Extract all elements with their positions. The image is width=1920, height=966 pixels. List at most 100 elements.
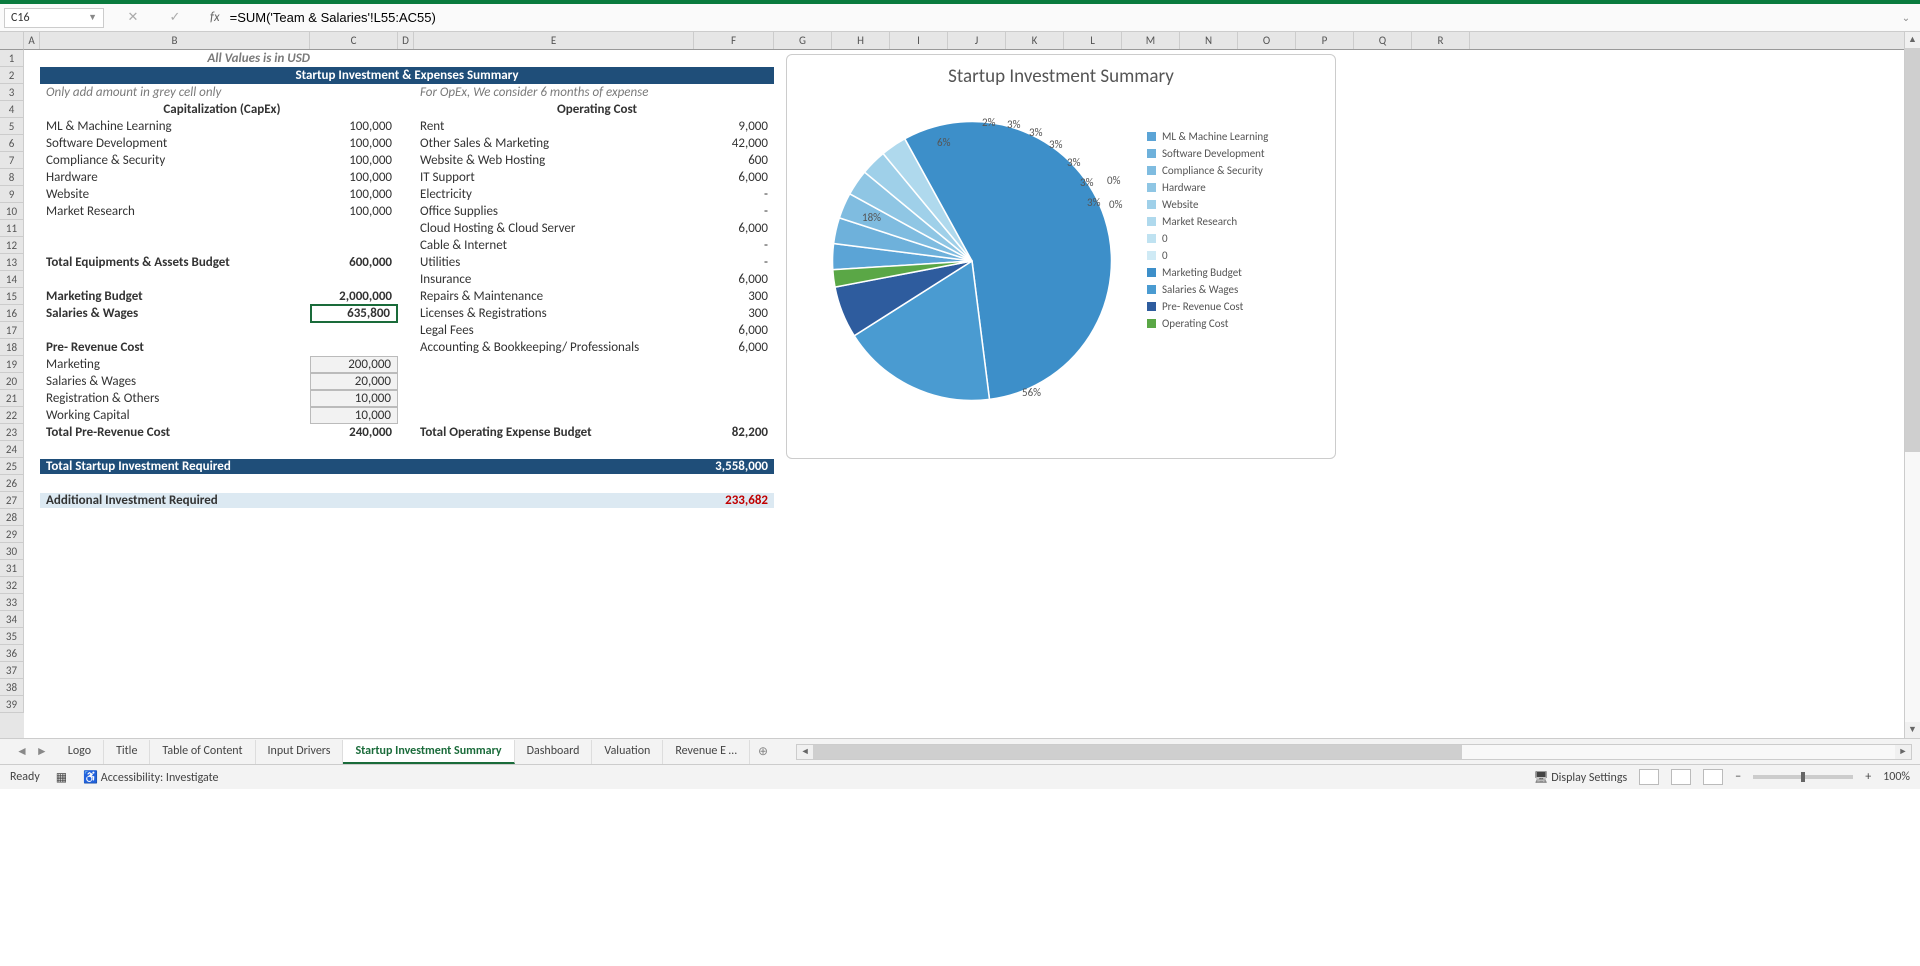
add-sheet-icon[interactable]: ⊕ [750, 744, 776, 759]
row-header[interactable]: 10 [0, 203, 24, 220]
name-box[interactable]: C16 ▼ [4, 8, 104, 28]
row-header[interactable]: 5 [0, 118, 24, 135]
row-header[interactable]: 11 [0, 220, 24, 237]
col-header[interactable]: E [414, 32, 694, 49]
row-header[interactable]: 38 [0, 679, 24, 696]
col-header[interactable]: M [1122, 32, 1180, 49]
sheet-tab[interactable]: Table of Content [150, 740, 255, 764]
row-header[interactable]: 7 [0, 152, 24, 169]
col-header[interactable]: A [24, 32, 40, 49]
row-header[interactable]: 39 [0, 696, 24, 713]
formula-expand-icon[interactable]: ⌄ [1896, 11, 1916, 24]
row-header[interactable]: 34 [0, 611, 24, 628]
sheet-tab[interactable]: Valuation [592, 740, 663, 764]
row-header[interactable]: 24 [0, 441, 24, 458]
col-header[interactable]: O [1238, 32, 1296, 49]
col-header[interactable]: J [948, 32, 1006, 49]
col-header[interactable]: Q [1354, 32, 1412, 49]
page-break-button[interactable] [1703, 769, 1723, 785]
scroll-left-icon[interactable]: ◄ [797, 746, 813, 757]
col-header[interactable]: I [890, 32, 948, 49]
scroll-down-icon[interactable]: ▼ [1905, 722, 1920, 738]
row-header[interactable]: 27 [0, 492, 24, 509]
accessibility-status[interactable]: ♿ Accessibility: Investigate [83, 770, 218, 785]
cancel-icon[interactable]: ✕ [128, 10, 139, 25]
confirm-icon[interactable]: ✓ [170, 10, 181, 25]
col-header[interactable]: F [694, 32, 774, 49]
sheet-tab[interactable]: Input Drivers [256, 740, 344, 764]
zoom-level[interactable]: 100% [1883, 770, 1910, 784]
sheet-tab[interactable]: Logo [56, 740, 104, 764]
row-header[interactable]: 22 [0, 407, 24, 424]
row-header[interactable]: 26 [0, 475, 24, 492]
row-header[interactable]: 31 [0, 560, 24, 577]
scroll-right-icon[interactable]: ► [1895, 746, 1911, 757]
col-header[interactable]: P [1296, 32, 1354, 49]
row-header[interactable]: 32 [0, 577, 24, 594]
salaries-value-selected[interactable]: 635,800 [310, 304, 398, 323]
tab-next-icon[interactable]: ► [36, 744, 48, 759]
select-all-corner[interactable] [0, 32, 24, 50]
row-header[interactable]: 13 [0, 254, 24, 271]
row-header[interactable]: 33 [0, 594, 24, 611]
row-header[interactable]: 29 [0, 526, 24, 543]
tab-nav-arrows[interactable]: ◄ ► [8, 744, 56, 759]
row-header[interactable]: 1 [0, 50, 24, 67]
row-header[interactable]: 9 [0, 186, 24, 203]
row-header[interactable]: 36 [0, 645, 24, 662]
row-header[interactable]: 20 [0, 373, 24, 390]
row-header[interactable]: 12 [0, 237, 24, 254]
zoom-out-button[interactable]: − [1735, 770, 1741, 784]
row-header[interactable]: 37 [0, 662, 24, 679]
row-header[interactable]: 23 [0, 424, 24, 441]
col-header[interactable]: L [1064, 32, 1122, 49]
col-header[interactable]: B [40, 32, 310, 49]
row-header[interactable]: 4 [0, 101, 24, 118]
scroll-thumb-h[interactable] [813, 745, 1462, 759]
row-header[interactable]: 6 [0, 135, 24, 152]
prerev-value[interactable]: 20,000 [310, 373, 398, 390]
row-header[interactable]: 16 [0, 305, 24, 322]
prerev-value[interactable]: 10,000 [310, 390, 398, 407]
row-header[interactable]: 21 [0, 390, 24, 407]
sheet-tab[interactable]: Revenue E … [663, 740, 750, 764]
scroll-thumb[interactable] [1905, 48, 1920, 452]
row-header[interactable]: 14 [0, 271, 24, 288]
prerev-value[interactable]: 200,000 [310, 356, 398, 373]
col-header[interactable]: R [1412, 32, 1470, 49]
row-header[interactable]: 2 [0, 67, 24, 84]
col-header[interactable]: H [832, 32, 890, 49]
macro-icon[interactable]: ▦ [56, 770, 67, 785]
row-header[interactable]: 35 [0, 628, 24, 645]
sheet-tab[interactable]: Title [104, 740, 150, 764]
horizontal-scrollbar[interactable]: ◄ ► [796, 744, 1912, 760]
tab-prev-icon[interactable]: ◄ [16, 744, 28, 759]
page-layout-button[interactable] [1671, 769, 1691, 785]
col-header[interactable]: C [310, 32, 398, 49]
sheet-tab[interactable]: Startup Investment Summary [343, 740, 514, 764]
display-settings-button[interactable]: 🖥 Display Settings [1533, 770, 1627, 785]
col-header[interactable]: K [1006, 32, 1064, 49]
cell-area[interactable]: All Values is in USD Startup Investment … [24, 50, 1904, 738]
col-header[interactable]: D [398, 32, 414, 49]
row-header[interactable]: 8 [0, 169, 24, 186]
chevron-down-icon[interactable]: ▼ [88, 12, 97, 23]
col-header[interactable]: G [774, 32, 832, 49]
scroll-up-icon[interactable]: ▲ [1905, 32, 1920, 48]
formula-input[interactable] [226, 8, 1896, 27]
row-header[interactable]: 30 [0, 543, 24, 560]
fx-icon[interactable]: fx [204, 10, 226, 25]
zoom-in-button[interactable]: + [1865, 770, 1871, 784]
prerev-value[interactable]: 10,000 [310, 407, 398, 424]
normal-view-button[interactable] [1639, 769, 1659, 785]
row-header[interactable]: 18 [0, 339, 24, 356]
row-header[interactable]: 17 [0, 322, 24, 339]
row-header[interactable]: 3 [0, 84, 24, 101]
col-header[interactable]: N [1180, 32, 1238, 49]
row-header[interactable]: 19 [0, 356, 24, 373]
row-header[interactable]: 15 [0, 288, 24, 305]
row-header[interactable]: 28 [0, 509, 24, 526]
row-header[interactable]: 25 [0, 458, 24, 475]
zoom-slider[interactable] [1753, 775, 1853, 779]
sheet-tab[interactable]: Dashboard [515, 740, 593, 764]
